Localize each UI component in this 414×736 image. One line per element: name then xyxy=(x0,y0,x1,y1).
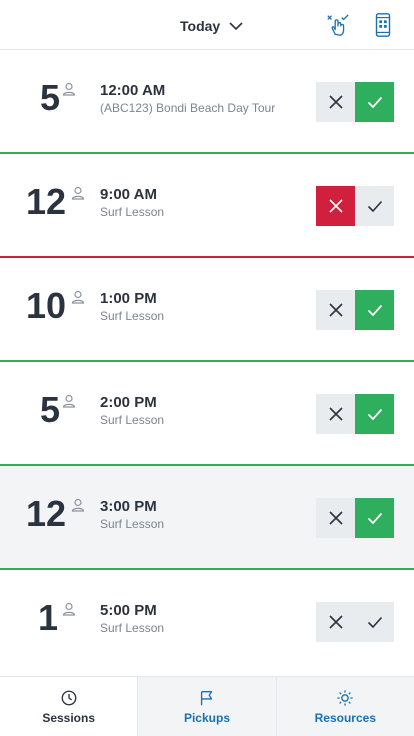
confirm-button[interactable] xyxy=(355,290,394,330)
date-label: Today xyxy=(180,18,221,34)
reject-button[interactable] xyxy=(316,498,355,538)
person-icon xyxy=(62,82,76,96)
session-time: 3:00 PM xyxy=(100,498,157,515)
close-icon xyxy=(328,615,343,629)
close-icon xyxy=(328,407,343,421)
session-actions xyxy=(316,602,394,642)
session-actions xyxy=(316,186,394,226)
guest-count: 12 xyxy=(25,181,66,222)
check-icon xyxy=(367,304,382,317)
top-bar: Today xyxy=(0,0,414,50)
guest-count: 10 xyxy=(25,285,66,326)
confirm-button[interactable] xyxy=(355,602,394,642)
person-icon xyxy=(62,602,76,616)
confirm-button[interactable] xyxy=(355,498,394,538)
reject-button[interactable] xyxy=(316,186,355,226)
guest-count: 12 xyxy=(25,493,66,534)
reject-button[interactable] xyxy=(316,82,355,122)
confirm-button[interactable] xyxy=(355,186,394,226)
session-name: Surf Lesson xyxy=(100,621,165,635)
session-actions xyxy=(316,394,394,434)
check-icon xyxy=(367,512,382,525)
tab-label: Resources xyxy=(314,711,376,725)
close-icon xyxy=(328,95,343,109)
session-row[interactable]: 1 5:00 PM Surf Lesson xyxy=(0,570,414,674)
tab-label: Pickups xyxy=(183,711,230,725)
session-name: Surf Lesson xyxy=(100,413,165,427)
confirm-button[interactable] xyxy=(355,394,394,434)
sun-icon xyxy=(335,688,355,708)
person-icon xyxy=(71,290,85,304)
check-icon xyxy=(367,408,382,421)
tab-resources[interactable]: Resources xyxy=(275,677,414,736)
session-name: (ABC123) Bondi Beach Day Tour xyxy=(100,101,276,115)
session-actions xyxy=(316,498,394,538)
session-name: Surf Lesson xyxy=(100,205,165,219)
chevron-down-icon xyxy=(228,18,244,34)
session-time: 12:00 AM xyxy=(100,82,166,99)
session-time: 5:00 PM xyxy=(100,602,157,619)
tab-sessions[interactable]: Sessions xyxy=(0,677,138,736)
confirm-button[interactable] xyxy=(355,82,394,122)
guest-count: 5 xyxy=(39,77,60,118)
session-actions xyxy=(316,82,394,122)
session-time: 1:00 PM xyxy=(100,290,157,307)
check-icon xyxy=(367,96,382,109)
close-icon xyxy=(328,303,343,317)
reject-button[interactable] xyxy=(316,394,355,434)
clock-icon xyxy=(59,688,79,708)
session-name: Surf Lesson xyxy=(100,309,165,323)
tap-check-icon[interactable] xyxy=(323,10,353,40)
tab-label: Sessions xyxy=(42,711,96,725)
guest-count: 5 xyxy=(39,389,60,430)
bottom-tab-bar: Sessions Pickups Resources xyxy=(0,676,414,736)
guest-count: 1 xyxy=(37,597,58,638)
person-icon xyxy=(62,394,76,408)
session-time: 9:00 AM xyxy=(100,186,157,203)
reject-button[interactable] xyxy=(316,602,355,642)
session-list: 5 12:00 AM (ABC123) Bondi Beach Day Tour… xyxy=(0,50,414,674)
person-icon xyxy=(71,498,85,512)
flag-icon xyxy=(197,688,217,708)
session-time: 2:00 PM xyxy=(100,394,157,411)
session-row[interactable]: 12 3:00 PM Surf Lesson xyxy=(0,466,414,570)
check-icon xyxy=(367,616,382,629)
reject-button[interactable] xyxy=(316,290,355,330)
check-icon xyxy=(367,200,382,213)
session-row[interactable]: 12 9:00 AM Surf Lesson xyxy=(0,154,414,258)
date-picker[interactable]: Today xyxy=(180,15,244,37)
close-icon xyxy=(328,511,343,525)
tab-pickups[interactable]: Pickups xyxy=(137,677,275,736)
person-icon xyxy=(71,186,85,200)
session-actions xyxy=(316,290,394,330)
session-row[interactable]: 5 12:00 AM (ABC123) Bondi Beach Day Tour xyxy=(0,50,414,154)
close-icon xyxy=(328,199,343,213)
mobile-device-icon[interactable] xyxy=(368,10,398,40)
session-name: Surf Lesson xyxy=(100,517,165,531)
session-row[interactable]: 5 2:00 PM Surf Lesson xyxy=(0,362,414,466)
session-row[interactable]: 10 1:00 PM Surf Lesson xyxy=(0,258,414,362)
